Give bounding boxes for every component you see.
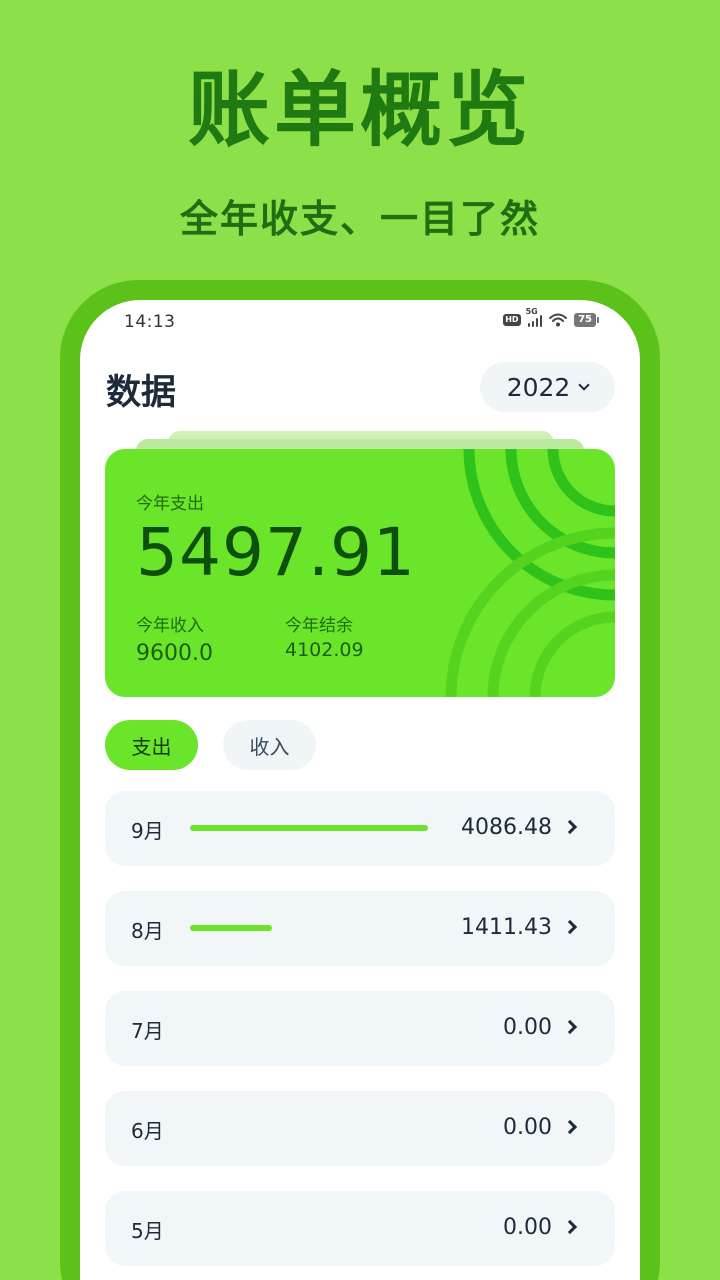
summary-card: 今年支出 5497.91 今年收入 9600.0 今年结余 4102.09: [105, 449, 615, 697]
month-value: 0.00: [503, 1015, 552, 1040]
signal-5g-icon: 5G: [526, 307, 543, 327]
month-value: 1411.43: [461, 915, 552, 940]
month-value: 0.00: [503, 1215, 552, 1240]
chevron-right-icon: [562, 1219, 578, 1235]
month-value: 4086.48: [461, 815, 552, 840]
phone-screen: 14:13 HD 5G 75 数据 2022 今年支出 5497.91 今年收入…: [80, 300, 640, 1280]
chevron-down-icon: [578, 378, 590, 391]
income-value: 9600.0: [136, 641, 213, 666]
stage: 账单概览 全年收支、一目了然 14:13 HD 5G 75 数据 2022 今年…: [0, 0, 720, 1280]
hd-icon: HD: [503, 314, 521, 326]
month-label: 8月: [131, 919, 164, 943]
chevron-right-icon: [562, 819, 578, 835]
balance-value: 4102.09: [285, 639, 364, 661]
status-icons: HD 5G 75: [503, 307, 599, 327]
tab-income[interactable]: 收入: [223, 720, 316, 770]
month-row-6[interactable]: 6月 0.00: [105, 1091, 615, 1166]
income-label: 今年收入: [136, 616, 204, 636]
month-row-7[interactable]: 7月 0.00: [105, 991, 615, 1066]
promo-title: 账单概览: [187, 63, 532, 158]
battery-icon: 75: [574, 313, 599, 327]
year-text: 2022: [506, 372, 571, 402]
chevron-right-icon: [562, 919, 578, 935]
chevron-right-icon: [562, 1119, 578, 1135]
network-type: 5G: [525, 307, 538, 316]
status-bar: 14:13 HD 5G 75: [80, 300, 640, 344]
month-row-5[interactable]: 5月 0.00: [105, 1191, 615, 1266]
month-row-9[interactable]: 9月 4086.48: [105, 791, 615, 866]
status-time: 14:13: [124, 312, 176, 332]
year-selector[interactable]: 2022: [480, 362, 615, 412]
promo-subtitle: 全年收支、一目了然: [179, 197, 540, 241]
type-tabs: 支出 收入: [105, 720, 316, 770]
expense-value: 5497.91: [136, 514, 416, 591]
month-row-8[interactable]: 8月 1411.43: [105, 891, 615, 966]
tab-expense[interactable]: 支出: [105, 720, 198, 770]
chevron-right-icon: [562, 1019, 578, 1035]
month-value: 0.00: [503, 1115, 552, 1140]
month-label: 9月: [131, 819, 164, 843]
month-label: 5月: [131, 1219, 164, 1243]
month-label: 7月: [131, 1019, 164, 1043]
month-amount-bar: [190, 925, 272, 931]
expense-label: 今年支出: [136, 494, 204, 514]
balance-label: 今年结余: [285, 616, 353, 636]
page-title: 数据: [106, 373, 177, 413]
wifi-icon: [549, 313, 568, 327]
month-amount-bar: [190, 825, 428, 831]
month-label: 6月: [131, 1119, 164, 1143]
month-list: 9月 4086.48 8月 1411.43 7月 0.00 6月 0.00 5月…: [105, 791, 615, 1280]
